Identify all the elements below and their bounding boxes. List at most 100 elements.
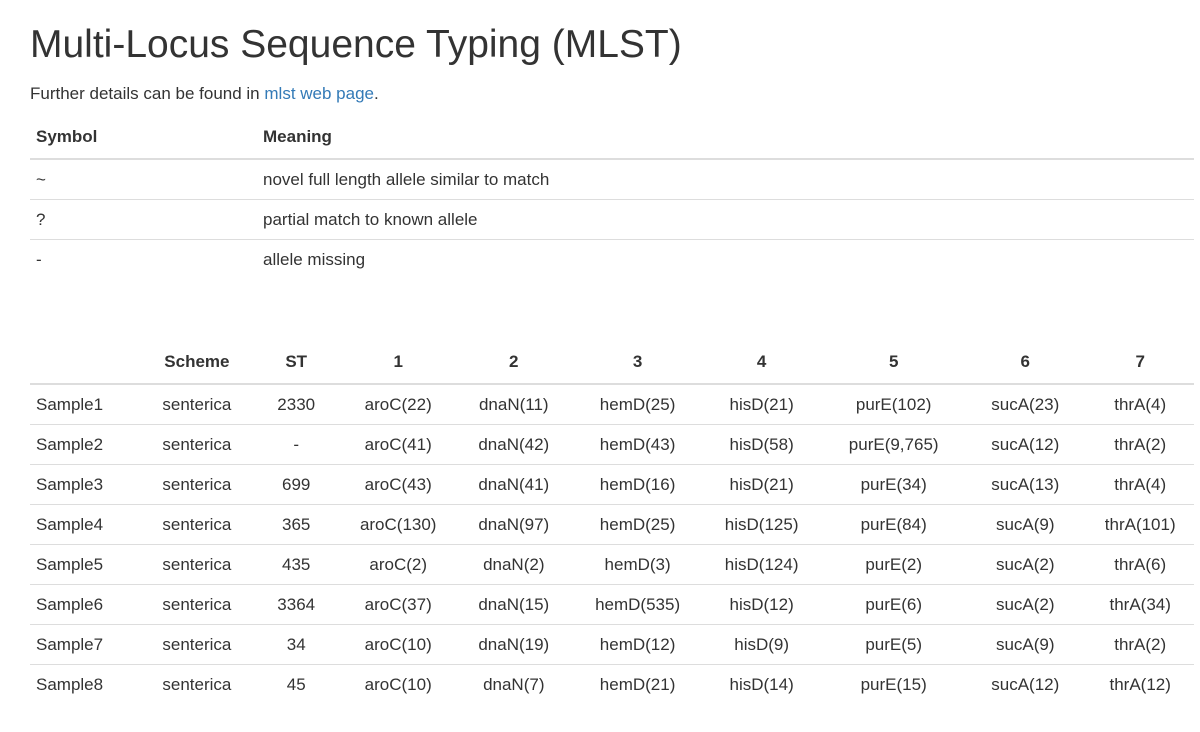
st-cell: 365: [248, 504, 345, 545]
locus-1-cell: aroC(10): [364, 674, 432, 694]
locus-7-cell: thrA(4): [1086, 384, 1194, 425]
locus-6-cell: sucA(23): [964, 384, 1087, 425]
header-st: ST: [248, 341, 345, 385]
locus-5-cell: purE(2): [823, 544, 965, 585]
st-cell: 3364: [248, 584, 345, 625]
legend-row: ? partial match to known allele: [30, 199, 1194, 240]
table-row: Sample8 senterica 45 aroC(10) dnaN(7) hemD(21…: [30, 665, 1194, 705]
legend-header-symbol: Symbol: [30, 116, 257, 160]
table-row: Sample6 senterica 3364 aroC(37) dnaN(15) hemD…: [30, 584, 1194, 625]
locus-1-cell: aroC(41): [344, 424, 453, 465]
report-page: Multi-Locus Sequence Typing (MLST) Furth…: [0, 0, 1200, 704]
locus-5-cell: purE(9,765): [823, 424, 965, 465]
locus-4-cell: hisD(14): [729, 674, 794, 694]
mlst-header-row: Scheme ST 1 2 3 4 5 6 7: [30, 341, 1194, 385]
locus-6-cell: sucA(2): [964, 544, 1087, 585]
locus-6-cell: sucA(12): [991, 674, 1060, 694]
legend-meaning: partial match to known allele: [257, 199, 1194, 240]
legend-meaning: allele missing: [263, 249, 366, 269]
locus-7-cell: thrA(34): [1086, 584, 1194, 625]
locus-4-cell: hisD(58): [700, 424, 824, 465]
locus-7-cell: thrA(2): [1086, 624, 1194, 665]
locus-3-cell: hemD(25): [575, 384, 701, 425]
locus-2-cell: dnaN(2): [452, 544, 576, 585]
locus-3-cell: hemD(3): [575, 544, 701, 585]
locus-5-cell: purE(6): [823, 584, 965, 625]
header-scheme: Scheme: [145, 341, 249, 385]
header-locus-4: 4: [700, 341, 824, 385]
header-locus-5: 5: [823, 341, 965, 385]
scheme-cell: senterica: [162, 674, 232, 694]
locus-5-cell: purE(84): [823, 504, 965, 545]
locus-5-cell: purE(102): [823, 384, 965, 425]
locus-7-cell: thrA(4): [1086, 464, 1194, 505]
locus-3-cell: hemD(12): [575, 624, 701, 665]
st-cell: 435: [248, 544, 345, 585]
intro-suffix: .: [374, 84, 379, 103]
legend-symbol: ?: [30, 199, 257, 240]
scheme-cell: senterica: [145, 384, 249, 425]
locus-4-cell: hisD(124): [700, 544, 824, 585]
scheme-cell: senterica: [145, 584, 249, 625]
sample-name: Sample5: [30, 544, 146, 585]
st-cell: -: [248, 424, 345, 465]
locus-1-cell: aroC(43): [344, 464, 453, 505]
locus-3-cell: hemD(21): [599, 674, 676, 694]
scheme-cell: senterica: [145, 504, 249, 545]
locus-1-cell: aroC(10): [344, 624, 453, 665]
st-cell: 34: [248, 624, 345, 665]
symbol-legend-table: Symbol Meaning ~ novel full length allele…: [30, 116, 1194, 279]
legend-header-meaning: Meaning: [257, 116, 1194, 160]
table-row: Sample7 senterica 34 aroC(10) dnaN(19) hemD(1…: [30, 624, 1194, 665]
sample-name: Sample3: [30, 464, 146, 505]
sample-name: Sample4: [30, 504, 146, 545]
locus-2-cell: dnaN(7): [483, 674, 545, 694]
locus-7-cell: thrA(12): [1109, 674, 1171, 694]
locus-3-cell: hemD(43): [575, 424, 701, 465]
sample-name: Sample7: [30, 624, 146, 665]
table-row: Sample2 senterica - aroC(41) dnaN(42) hemD(43…: [30, 424, 1194, 465]
header-locus-3: 3: [575, 341, 701, 385]
locus-7-cell: thrA(2): [1086, 424, 1194, 465]
table-row: Sample3 senterica 699 aroC(43) dnaN(41) hemD(…: [30, 464, 1194, 505]
legend-row: - allele missing: [30, 240, 1194, 280]
locus-4-cell: hisD(21): [700, 384, 824, 425]
sample-name: Sample8: [36, 674, 104, 694]
locus-7-cell: thrA(101): [1086, 504, 1194, 545]
legend-symbol: ~: [30, 159, 257, 200]
locus-1-cell: aroC(22): [344, 384, 453, 425]
scheme-cell: senterica: [145, 424, 249, 465]
locus-5-cell: purE(5): [823, 624, 965, 665]
locus-1-cell: aroC(130): [344, 504, 453, 545]
locus-6-cell: sucA(9): [964, 504, 1087, 545]
locus-4-cell: hisD(9): [700, 624, 824, 665]
locus-2-cell: dnaN(97): [452, 504, 576, 545]
header-locus-2: 2: [452, 341, 576, 385]
locus-4-cell: hisD(21): [700, 464, 824, 505]
locus-4-cell: hisD(12): [700, 584, 824, 625]
mlst-web-page-link[interactable]: mlst web page: [264, 84, 374, 103]
sample-name: Sample2: [30, 424, 146, 465]
st-cell: 2330: [248, 384, 345, 425]
st-cell: 699: [248, 464, 345, 505]
locus-3-cell: hemD(535): [575, 584, 701, 625]
locus-7-cell: thrA(6): [1086, 544, 1194, 585]
locus-3-cell: hemD(16): [575, 464, 701, 505]
locus-2-cell: dnaN(11): [452, 384, 576, 425]
locus-6-cell: sucA(2): [964, 584, 1087, 625]
locus-2-cell: dnaN(41): [452, 464, 576, 505]
st-cell: 45: [286, 674, 306, 694]
mlst-results-table: Scheme ST 1 2 3 4 5 6 7 Sample1 senterica 2330 aroC…: [30, 341, 1194, 704]
locus-5-cell: purE(34): [823, 464, 965, 505]
locus-5-cell: purE(15): [860, 674, 927, 694]
legend-symbol: -: [36, 249, 42, 269]
legend-header-row: Symbol Meaning: [30, 116, 1194, 160]
legend-meaning: novel full length allele similar to matc…: [257, 159, 1194, 200]
table-row: Sample4 senterica 365 aroC(130) dnaN(97) hemD…: [30, 504, 1194, 545]
intro-prefix: Further details can be found in: [30, 84, 265, 103]
header-locus-1: 1: [344, 341, 453, 385]
table-row: Sample5 senterica 435 aroC(2) dnaN(2) hemD(3)…: [30, 544, 1194, 585]
legend-row: ~ novel full length allele similar to mat…: [30, 159, 1194, 200]
scheme-cell: senterica: [145, 544, 249, 585]
header-locus-7: 7: [1086, 341, 1194, 385]
